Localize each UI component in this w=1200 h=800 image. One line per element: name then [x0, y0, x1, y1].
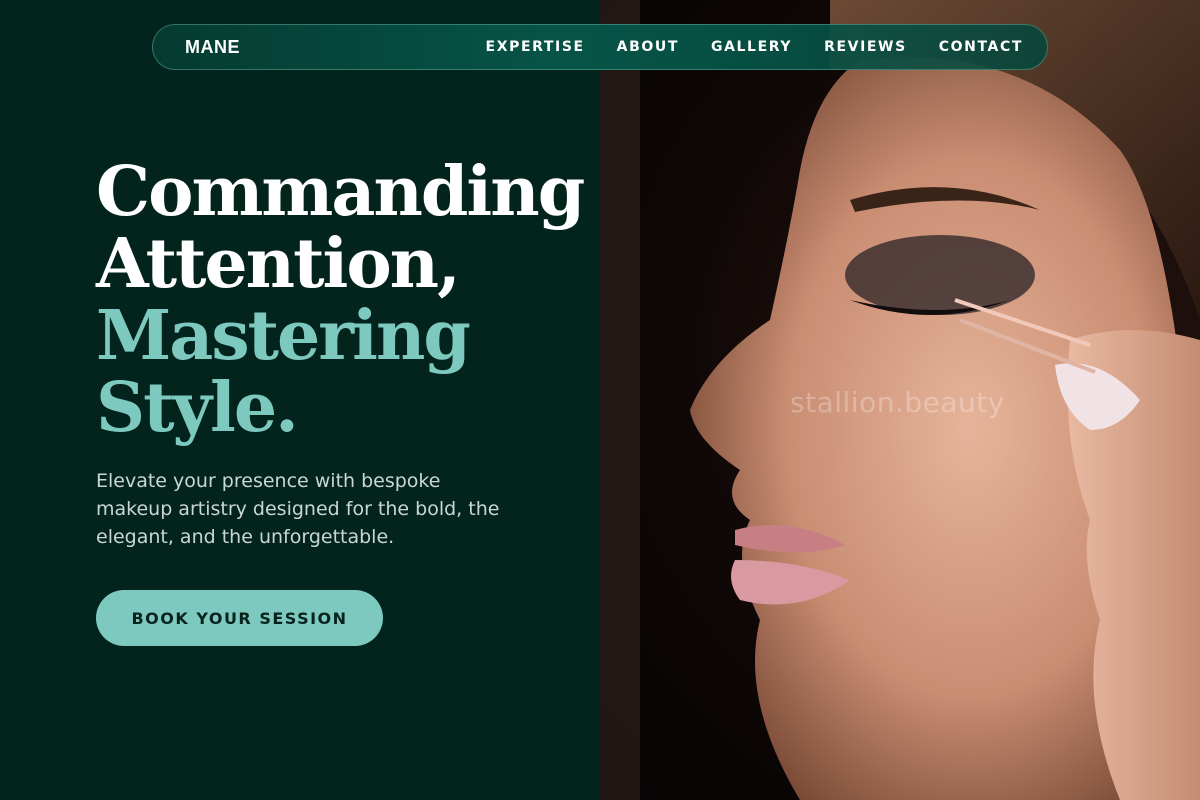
- nav-link-expertise[interactable]: EXPERTISE: [486, 39, 585, 55]
- book-session-button[interactable]: BOOK YOUR SESSION: [96, 590, 383, 646]
- headline-line-3: Mastering: [96, 296, 471, 376]
- top-navbar: MANE EXPERTISE ABOUT GALLERY REVIEWS CON…: [152, 24, 1048, 70]
- nav-link-contact[interactable]: CONTACT: [939, 39, 1023, 55]
- hero-headline: Commanding Attention, Mastering Style.: [96, 152, 585, 448]
- hero-image: stallion.beauty: [600, 0, 1200, 800]
- hero-subtext: Elevate your presence with bespoke makeu…: [96, 470, 500, 548]
- headline-line-2: Attention,: [96, 224, 461, 304]
- headline-line-4: Style.: [96, 368, 299, 448]
- nav-links: EXPERTISE ABOUT GALLERY REVIEWS CONTACT: [454, 39, 1023, 55]
- nav-link-gallery[interactable]: GALLERY: [711, 39, 792, 55]
- image-watermark: stallion.beauty: [790, 386, 1005, 419]
- nav-link-about[interactable]: ABOUT: [617, 39, 679, 55]
- nav-link-reviews[interactable]: REVIEWS: [824, 39, 907, 55]
- brand-logo[interactable]: MANE: [185, 37, 240, 58]
- headline-line-1: Commanding: [96, 152, 585, 232]
